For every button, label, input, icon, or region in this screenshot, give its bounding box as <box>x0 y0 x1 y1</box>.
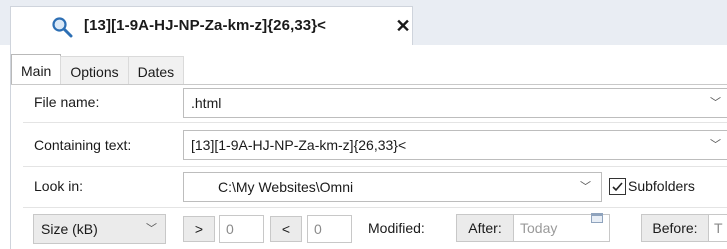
look-in-label: Look in: <box>34 178 84 194</box>
file-name-value: .html <box>191 95 222 111</box>
after-button[interactable]: After: <box>456 214 514 242</box>
calendar-icon[interactable] <box>591 210 603 223</box>
greater-than-button[interactable]: > <box>183 216 215 242</box>
subfolders-label: Subfolders <box>628 178 695 194</box>
after-date-placeholder: Today <box>520 220 558 236</box>
chevron-down-icon[interactable]: ﹀ <box>710 131 721 159</box>
row-divider <box>23 166 727 167</box>
subfolders-checkbox[interactable] <box>609 178 626 195</box>
containing-text-label: Containing text: <box>34 137 132 153</box>
size-unit-value: Size (kB) <box>41 221 98 237</box>
chevron-down-icon[interactable]: ﹀ <box>710 89 721 117</box>
tab-title: [13][1-9A-HJ-NP-Za-km-z]{26,33}< <box>84 17 327 34</box>
file-name-label: File name: <box>34 94 100 110</box>
modified-label: Modified: <box>368 220 425 236</box>
before-date-input[interactable]: T <box>709 214 727 242</box>
chevron-down-icon[interactable]: ﹀ <box>146 215 157 243</box>
row-divider <box>23 122 727 123</box>
size-unit-select[interactable]: Size (kB) ﹀ <box>33 214 166 244</box>
min-size-input[interactable]: 0 <box>219 215 264 243</box>
subtab-bar: Main Options Dates <box>11 54 185 84</box>
row-divider <box>23 207 727 208</box>
file-name-field[interactable]: .html ﹀ <box>183 88 727 118</box>
look-in-field[interactable]: C:\My Websites\Omni ﹀ <box>183 172 602 202</box>
max-size-input[interactable]: 0 <box>307 215 352 243</box>
tab-main[interactable]: Main <box>11 54 62 84</box>
search-tab[interactable]: [13][1-9A-HJ-NP-Za-km-z]{26,33}< ✕ <box>10 6 413 46</box>
tab-options[interactable]: Options <box>60 56 129 84</box>
before-button[interactable]: Before: <box>641 214 709 242</box>
checkmark-icon <box>612 182 623 192</box>
search-icon <box>51 16 73 38</box>
tab-dates[interactable]: Dates <box>127 56 185 84</box>
less-than-button[interactable]: < <box>270 216 302 242</box>
containing-text-field[interactable]: [13][1-9A-HJ-NP-Za-km-z]{26,33}< ﹀ <box>183 130 727 160</box>
containing-text-value: [13][1-9A-HJ-NP-Za-km-z]{26,33}< <box>191 137 407 153</box>
close-icon[interactable]: ✕ <box>393 16 413 36</box>
chevron-down-icon[interactable]: ﹀ <box>580 173 591 201</box>
look-in-value: C:\My Websites\Omni <box>218 179 354 195</box>
